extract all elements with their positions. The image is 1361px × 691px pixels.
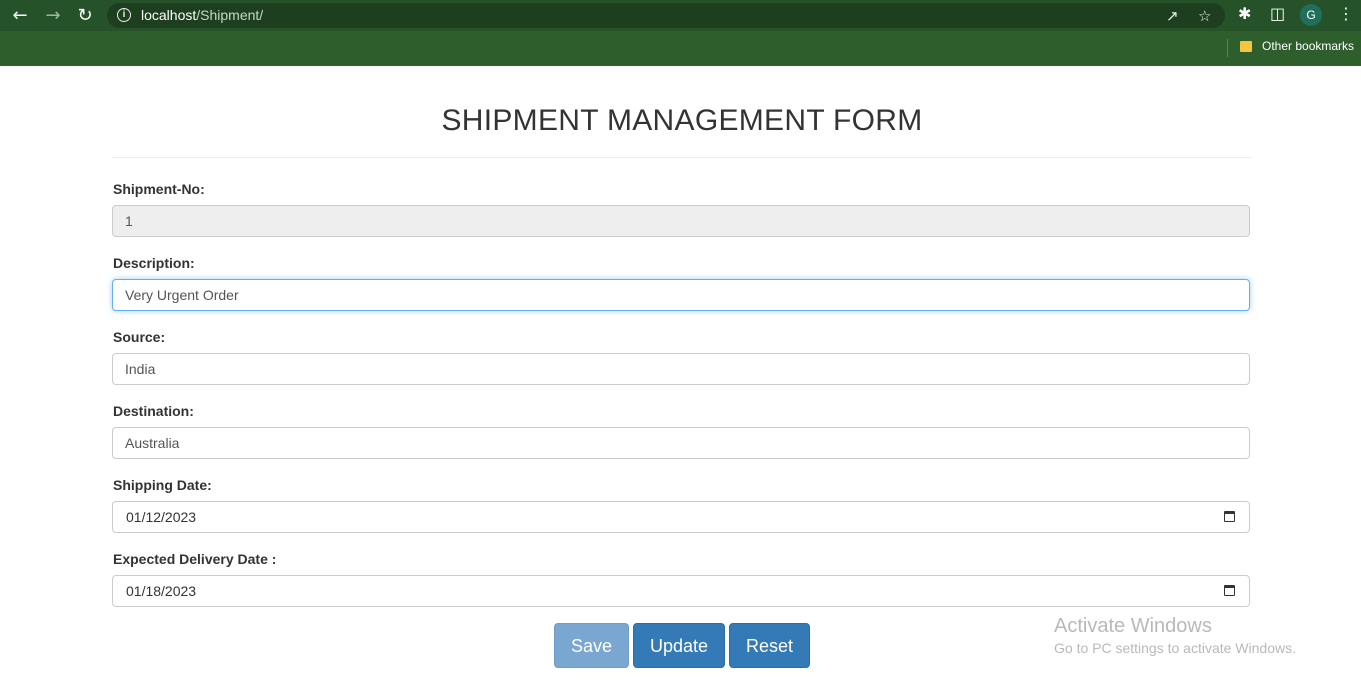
extensions-puzzle-icon[interactable]: ✱ [1238, 4, 1251, 23]
site-info-icon[interactable]: i [117, 8, 131, 22]
expected-delivery-value: 01/18/2023 [126, 583, 197, 599]
url-host: localhost [141, 7, 197, 23]
bookmarks-separator [1227, 39, 1228, 57]
destination-field[interactable]: Australia [112, 427, 1250, 459]
folder-icon[interactable] [1240, 41, 1252, 52]
title-divider [112, 157, 1252, 158]
browser-toolbar: ← → ↻ i localhost/Shipment/ ↗ ☆ ✱ ◫ G ⋮ [0, 0, 1361, 31]
source-label: Source: [113, 329, 166, 345]
reload-icon[interactable]: ↻ [73, 4, 97, 26]
shipping-date-field[interactable]: 01/12/2023 [112, 501, 1250, 533]
bookmark-star-icon[interactable]: ☆ [1198, 7, 1211, 25]
address-bar[interactable]: i localhost/Shipment/ ↗ ☆ [107, 3, 1225, 28]
save-button[interactable]: Save [554, 623, 629, 668]
description-field[interactable]: Very Urgent Order [112, 279, 1250, 311]
activate-windows-subtitle: Go to PC settings to activate Windows. [1054, 640, 1296, 656]
update-button[interactable]: Update [633, 623, 725, 668]
profile-avatar[interactable]: G [1300, 4, 1322, 26]
side-panel-icon[interactable]: ◫ [1270, 4, 1285, 23]
page-title: SHIPMENT MANAGEMENT FORM [441, 104, 923, 137]
other-bookmarks-link[interactable]: Other bookmarks [1262, 39, 1354, 53]
url-path: /Shipment/ [196, 7, 264, 23]
activate-windows-title: Activate Windows [1054, 615, 1212, 637]
calendar-icon[interactable] [1224, 511, 1235, 522]
source-field[interactable]: India [112, 353, 1250, 385]
share-icon[interactable]: ↗ [1166, 7, 1179, 25]
shipment-no-field[interactable]: 1 [112, 205, 1250, 237]
url-text[interactable]: localhost/Shipment/ [141, 7, 263, 23]
shipping-date-label: Shipping Date: [113, 477, 212, 493]
reset-button[interactable]: Reset [729, 623, 810, 668]
forward-arrow-icon[interactable]: → [41, 4, 65, 26]
calendar-icon[interactable] [1224, 585, 1235, 596]
shipment-no-label: Shipment-No: [113, 181, 205, 197]
description-label: Description: [113, 255, 195, 271]
browser-chrome: ← → ↻ i localhost/Shipment/ ↗ ☆ ✱ ◫ G ⋮ … [0, 0, 1361, 66]
destination-label: Destination: [113, 403, 194, 419]
back-arrow-icon[interactable]: ← [8, 4, 32, 26]
expected-delivery-label: Expected Delivery Date : [113, 551, 277, 567]
expected-delivery-field[interactable]: 01/18/2023 [112, 575, 1250, 607]
shipping-date-value: 01/12/2023 [126, 509, 197, 525]
menu-kebab-icon[interactable]: ⋮ [1338, 4, 1354, 23]
bookmarks-bar: Other bookmarks [0, 31, 1361, 66]
